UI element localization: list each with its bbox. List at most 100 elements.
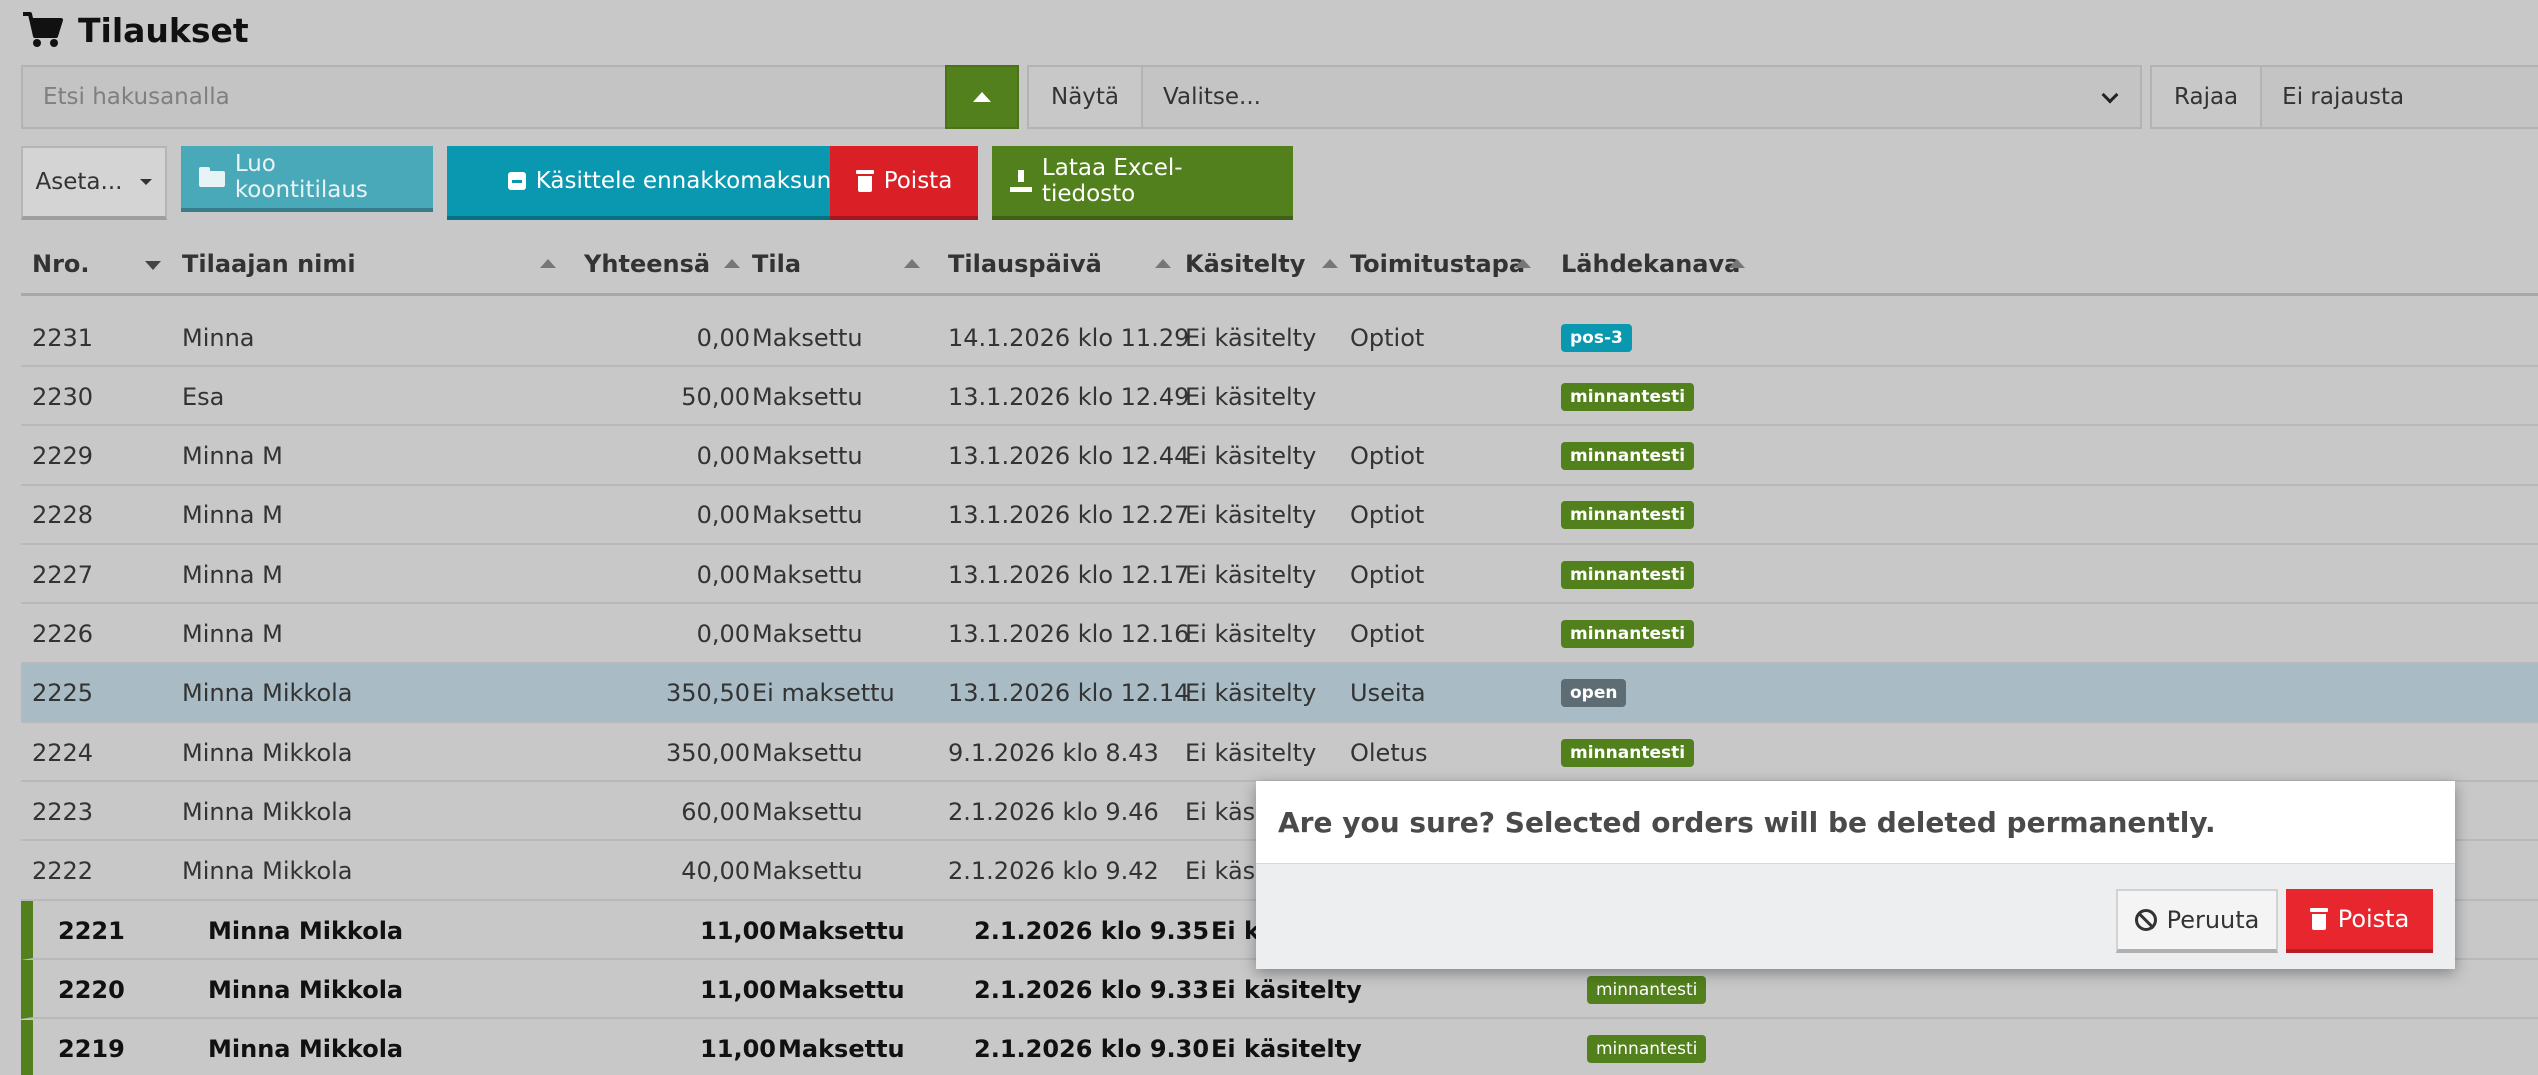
cell-text-customer: Minna: [182, 323, 255, 352]
cell-text-nro: 2223: [32, 797, 94, 826]
cell-text-nro: 2222: [32, 857, 94, 886]
cell-date: 2.1.2026 klo 9.30: [974, 1020, 1209, 1075]
cell-status: Maksettu: [752, 545, 942, 604]
search-input[interactable]: Etsi hakusanalla: [21, 65, 946, 129]
cell-delivery: Optiot: [1350, 308, 1550, 367]
column-header-nro[interactable]: Nro.: [32, 232, 182, 296]
column-header-status[interactable]: Tila: [752, 232, 942, 296]
chevron-down-icon: [2101, 86, 2119, 104]
cell-text-customer: Minna Mikkola: [208, 975, 404, 1004]
cell-text-handled: Ei käsitelty: [1185, 560, 1317, 589]
cell-text-customer: Minna M: [182, 501, 283, 530]
show-filter-label: Näytä: [1029, 67, 1144, 127]
cell-source: minnantesti: [1561, 545, 1781, 604]
cell-handled: Ei käsitelty: [1185, 308, 1345, 367]
table-row[interactable]: 2227 Minna M 0,00 Maksettu 13.1.2026 klo 12.…: [21, 545, 2538, 605]
cell-text-total: 0,00: [696, 620, 750, 648]
cell-source: minnantesti: [1561, 427, 1781, 486]
cell-text-date: 2.1.2026 klo 9.35: [974, 916, 1210, 945]
table-row[interactable]: 2219 Minna Mikkola 11,00 Maksettu 2.1.2026 k…: [21, 1019, 2538, 1075]
cancel-button[interactable]: Peruuta: [2116, 889, 2278, 953]
cell-text-customer: Minna Mikkola: [208, 1035, 404, 1064]
column-header-date[interactable]: Tilauspäivä: [948, 232, 1178, 296]
table-row[interactable]: 2220 Minna Mikkola 11,00 Maksettu 2.1.2026 k…: [21, 960, 2538, 1020]
source-badge: minnantesti: [1587, 975, 1707, 1004]
cell-status: Maksettu: [752, 308, 942, 367]
sort-asc-icon: [724, 259, 740, 268]
cell-text-total: 0,00: [696, 442, 750, 471]
cell-text-total: 0,00: [696, 560, 750, 589]
trash-icon: [2309, 908, 2328, 930]
cell-text-delivery: Optiot: [1350, 560, 1425, 589]
cell-date: 2.1.2026 klo 9.42: [948, 842, 1178, 901]
cell-text-delivery: Optiot: [1350, 323, 1425, 352]
cell-text-nro: 2225: [32, 679, 94, 708]
source-badge: minnantesti: [1561, 738, 1695, 767]
table-row[interactable]: 2230 Esa 50,00 Maksettu 13.1.2026 klo 12.49 E…: [21, 367, 2538, 427]
trash-icon: [855, 170, 874, 192]
cell-text-customer: Minna Mikkola: [208, 916, 404, 945]
show-filter-value: Valitse...: [1163, 84, 1261, 110]
dialog-message: Are you sure? Selected orders will be de…: [1278, 805, 2216, 839]
cell-status: Maksettu: [752, 723, 942, 782]
cell-delivery: Optiot: [1350, 545, 1550, 604]
table-row[interactable]: 2224 Minna Mikkola 350,00 Maksettu 9.1.2026 …: [21, 723, 2538, 783]
cell-delivery: [1350, 367, 1550, 426]
download-excel-button[interactable]: Lataa Excel-tiedosto: [992, 146, 1293, 220]
confirm-delete-button[interactable]: Poista: [2286, 889, 2433, 953]
cell-text-nro: 2230: [32, 382, 94, 411]
show-filter-select[interactable]: Valitse...: [1143, 67, 2140, 127]
cell-text-handled: Ei käsitelty: [1185, 382, 1317, 411]
cell-total: 0,00: [541, 427, 750, 486]
cell-source: minnantesti: [1587, 1020, 1807, 1075]
sort-asc-icon: [1322, 259, 1338, 268]
column-header-delivery[interactable]: Toimitustapa: [1350, 232, 1560, 296]
source-badge: pos-3: [1561, 323, 1632, 352]
cell-text-nro: 2220: [58, 975, 125, 1004]
cell-customer: Minna M: [182, 605, 562, 664]
table-row[interactable]: 2225 Minna Mikkola 350,50 Ei maksettu 13.1.2…: [21, 663, 2538, 723]
column-label-total: Yhteensä: [584, 250, 711, 278]
cell-text-total: 11,00: [700, 975, 776, 1004]
cell-text-status: Maksettu: [752, 382, 863, 411]
cell-text-customer: Minna Mikkola: [182, 857, 353, 886]
table-row[interactable]: 2228 Minna M 0,00 Maksettu 13.1.2026 klo 12.…: [21, 486, 2538, 545]
cell-handled: Ei käsitelty: [1185, 664, 1345, 723]
cell-nro: 2230: [32, 367, 152, 426]
table-header: Nro. Tilaajan nimi Yhteensä Tila Tilausp…: [21, 232, 2538, 296]
table-row[interactable]: 2229 Minna M 0,00 Maksettu 13.1.2026 klo 12.…: [21, 427, 2538, 486]
cell-date: 14.1.2026 klo 11.29: [948, 308, 1189, 367]
cell-text-delivery: Optiot: [1350, 501, 1425, 530]
cell-date: 13.1.2026 klo 12.17: [948, 545, 1189, 604]
cell-text-status: Maksettu: [752, 857, 863, 886]
cell-text-nro: 2219: [58, 1035, 125, 1064]
cell-text-delivery: Optiot: [1350, 442, 1425, 471]
table-row[interactable]: 2231 Minna 0,00 Maksettu 14.1.2026 klo 11.29…: [21, 308, 2538, 367]
cell-text-handled: Ei käsi: [1185, 857, 1262, 886]
search-toggle-button[interactable]: [945, 65, 1019, 129]
column-header-source[interactable]: Lähdekanava: [1561, 232, 1781, 296]
download-excel-label: Lataa Excel-tiedosto: [1041, 155, 1183, 207]
delete-orders-button[interactable]: Poista: [830, 146, 978, 220]
limit-filter-select[interactable]: Ei rajausta: [2262, 67, 2538, 127]
column-header-handled[interactable]: Käsitelty: [1185, 232, 1345, 296]
cell-customer: Minna Mikkola: [208, 901, 588, 960]
table-row[interactable]: 2226 Minna M 0,00 Maksettu 13.1.2026 klo 12.…: [21, 605, 2538, 664]
cell-handled: Ei käsitelty: [1211, 960, 1371, 1019]
column-header-total[interactable]: Yhteensä: [584, 232, 754, 296]
cell-total: 11,00: [567, 1020, 776, 1075]
caret-up-icon: [973, 92, 991, 102]
cell-text-status: Ei maksettu: [752, 679, 895, 708]
cell-customer: Minna Mikkola: [182, 842, 562, 901]
cell-text-handled: Ei käsitelty: [1211, 1035, 1362, 1064]
cell-source: pos-3: [1561, 308, 1781, 367]
cell-nro: 2221: [58, 901, 178, 960]
cell-customer: Minna Mikkola: [208, 960, 588, 1019]
column-label-handled: Käsitelty: [1185, 250, 1306, 278]
cell-nro: 2222: [32, 842, 152, 901]
settings-dropdown-button[interactable]: Aseta...: [21, 146, 167, 220]
confirm-delete-label: Poista: [2337, 905, 2410, 933]
create-consolidated-order-button[interactable]: Luo koontitilaus: [181, 146, 433, 212]
cell-total: 0,00: [541, 308, 750, 367]
column-header-customer[interactable]: Tilaajan nimi: [182, 232, 582, 296]
